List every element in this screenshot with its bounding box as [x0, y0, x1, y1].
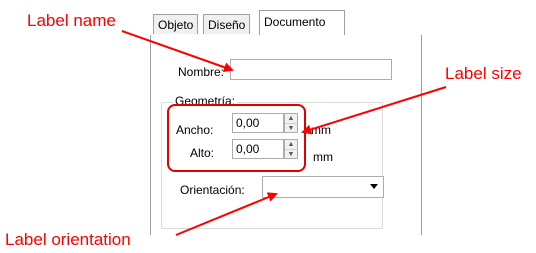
orientacion-value [263, 179, 266, 193]
alto-unit: mm [313, 150, 333, 164]
annotation-label-orientation: Label orientation [5, 230, 131, 249]
annotation-label-size: Label size [445, 64, 522, 83]
tab-diseno[interactable]: Diseño [203, 14, 251, 34]
orientacion-label: Orientación: [180, 183, 245, 197]
size-highlight-box [167, 104, 306, 172]
ancho-unit: mm [311, 123, 331, 137]
nombre-value [231, 62, 234, 76]
annotation-label-name: Label name [27, 11, 116, 30]
nombre-input[interactable] [230, 59, 392, 80]
tab-objeto[interactable]: Objeto [153, 14, 199, 34]
orientacion-select[interactable] [262, 176, 384, 198]
nombre-label: Nombre: [178, 65, 225, 79]
tab-documento[interactable]: Documento [259, 10, 345, 35]
chevron-down-icon[interactable] [370, 184, 378, 189]
